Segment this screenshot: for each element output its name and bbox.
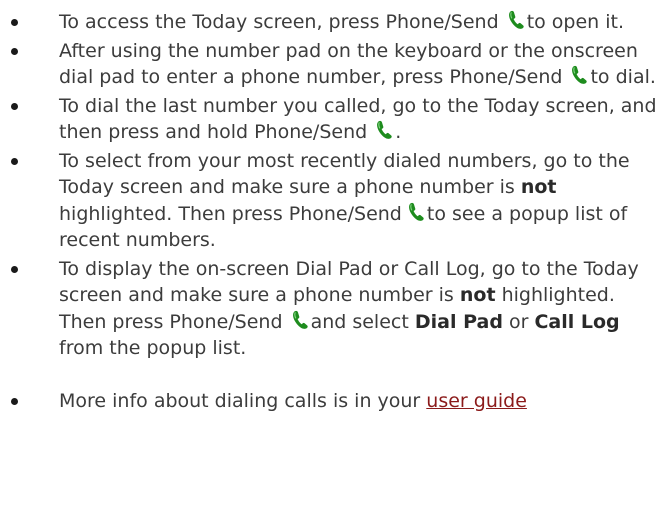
- emphasis-text: not: [520, 176, 557, 198]
- tip-text: to open it.: [526, 11, 625, 33]
- list-item: More info about dialing calls is in your…: [0, 388, 669, 415]
- list-item: After using the number pad on the keyboa…: [0, 38, 669, 91]
- phone-send-icon: [571, 65, 589, 85]
- list-item: To access the Today screen, press Phone/…: [0, 9, 669, 36]
- tip-text: or: [502, 310, 535, 333]
- emphasis-text: Call Log: [534, 310, 620, 333]
- tip-text: After using the number pad on the keyboa…: [59, 39, 638, 89]
- bullet-icon: [11, 47, 18, 55]
- list-item: To dial the last number you called, go t…: [0, 93, 669, 146]
- bullet-icon: [11, 397, 18, 405]
- phone-send-icon: [408, 202, 426, 222]
- tip-text: and select: [310, 310, 415, 333]
- phone-send-icon: [508, 10, 526, 30]
- tip-text: .: [395, 121, 402, 143]
- user-guide-link[interactable]: user guide: [426, 390, 527, 412]
- tip-text: to dial.: [590, 66, 656, 88]
- bullet-icon: [11, 102, 18, 110]
- emphasis-text: not: [459, 284, 496, 306]
- help-page: To access the Today screen, press Phone/…: [0, 0, 669, 513]
- bullet-icon: [11, 265, 18, 273]
- bullet-icon: [11, 157, 18, 165]
- tip-text: highlighted. Then press Phone/Send: [59, 202, 408, 225]
- tips-list: To access the Today screen, press Phone/…: [0, 9, 669, 416]
- bullet-icon: [11, 19, 18, 26]
- phone-send-icon: [376, 120, 394, 140]
- tip-text: To access the Today screen, press Phone/…: [59, 11, 505, 33]
- list-item: To select from your most recently dialed…: [0, 148, 669, 254]
- phone-send-icon: [292, 310, 310, 330]
- tip-text: More info about dialing calls is in your: [59, 389, 427, 412]
- tip-text: from the popup list.: [59, 337, 247, 359]
- emphasis-text: Dial Pad: [414, 310, 503, 333]
- tip-text: To dial the last number you called, go t…: [59, 94, 657, 144]
- list-item: To display the on-screen Dial Pad or Cal…: [0, 256, 669, 362]
